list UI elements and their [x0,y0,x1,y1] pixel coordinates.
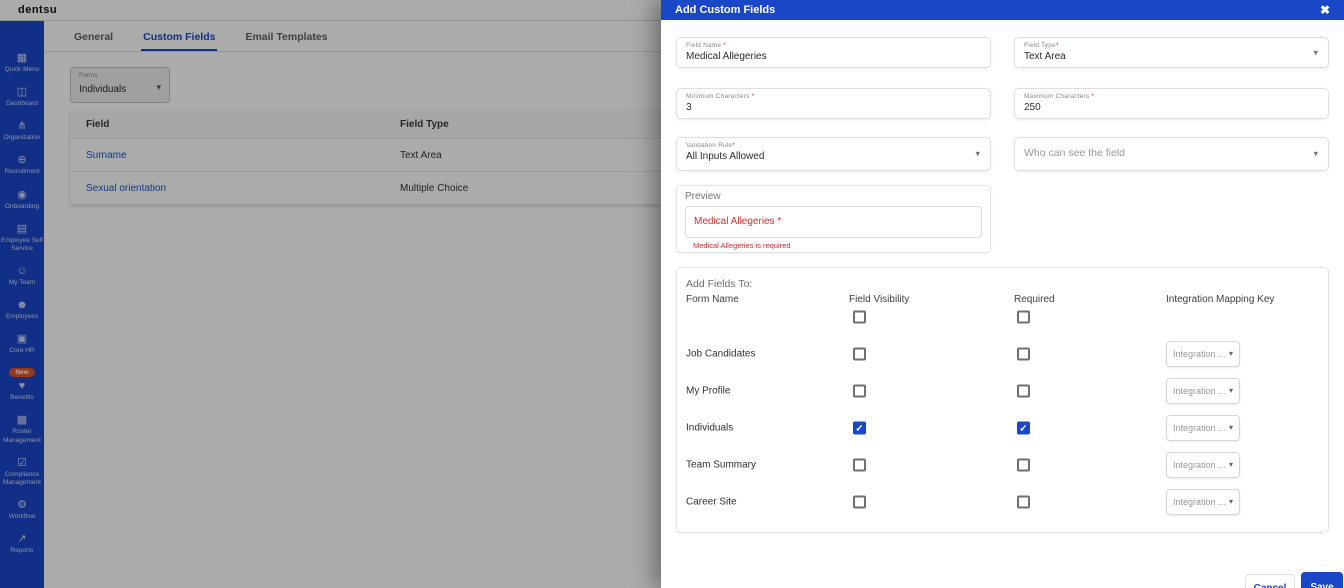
validation-rule-select[interactable]: Validation Rule* All Inputs Allowed ▾ [676,137,991,171]
required-checkbox[interactable] [1017,384,1030,397]
required-asterisk: * [732,142,735,149]
modal-title: Add Custom Fields [675,4,775,16]
min-characters-label: Minimum Characters [686,93,752,100]
field-type-select[interactable]: Field Type* Text Area ▾ [1014,37,1329,68]
chevron-down-icon: ▾ [1313,47,1318,58]
form-row-job-candidates: Job Candidates Integration ... ▾ [677,335,1330,372]
save-button[interactable]: Save [1301,572,1343,588]
required-asterisk: * [1056,42,1059,49]
chevron-down-icon: ▾ [1229,460,1233,469]
chevron-down-icon: ▾ [975,149,980,160]
chevron-down-icon: ▾ [1229,386,1233,395]
max-characters-input[interactable]: Maximum Characters * 250 [1014,88,1329,119]
form-row-all [677,298,1330,335]
field-name-input[interactable]: Field Name * Medical Allegeries [676,37,991,68]
form-row-career-site: Career Site Integration ... ▾ [677,483,1330,520]
required-checkbox[interactable] [1017,495,1030,508]
integration-mapping-placeholder: Integration ... [1173,423,1225,433]
modal-footer: Cancel Save [661,570,1344,588]
field-name-label: Field Name [686,42,723,49]
field-visibility-checkbox[interactable] [853,384,866,397]
who-can-see-placeholder: Who can see the field [1024,147,1319,159]
integration-mapping-select[interactable]: Integration ... ▾ [1166,341,1240,367]
add-custom-fields-modal: Add Custom Fields ✖ Field Name * Medical… [661,0,1344,588]
integration-mapping-select[interactable]: Integration ... ▾ [1166,489,1240,515]
field-visibility-checkbox[interactable] [853,495,866,508]
field-name-value: Medical Allegeries [686,51,981,62]
integration-mapping-placeholder: Integration ... [1173,349,1225,359]
integration-mapping-placeholder: Integration ... [1173,460,1225,470]
who-can-see-select[interactable]: Who can see the field ▾ [1014,137,1329,171]
required-checkbox[interactable] [1017,458,1030,471]
preview-label: Preview [685,191,982,202]
integration-mapping-select[interactable]: Integration ... ▾ [1166,378,1240,404]
form-row-team-summary: Team Summary Integration ... ▾ [677,446,1330,483]
chevron-down-icon: ▾ [1229,423,1233,432]
field-type-label: Field Type [1024,42,1056,49]
form-name-label: Career Site [686,496,737,507]
form-name-label: Job Candidates [686,348,756,359]
close-icon[interactable]: ✖ [1320,4,1330,16]
required-asterisk: * [752,93,755,100]
min-characters-input[interactable]: Minimum Characters * 3 [676,88,991,119]
form-row-my-profile: My Profile Integration ... ▾ [677,372,1330,409]
integration-mapping-select[interactable]: Integration ... ▾ [1166,415,1240,441]
screen: dentsu ▦Quick Menu◫Dashboard⋔Organizatio… [0,0,1344,588]
required-checkbox[interactable] [1017,347,1030,360]
preview-field-label: Medical Allegeries * [694,216,781,227]
required-asterisk: * [1091,93,1094,100]
form-name-label: Team Summary [686,459,756,470]
validation-rule-label: Validation Rule [686,142,732,149]
add-fields-to-panel: Add Fields To: Form Name Field Visibilit… [676,267,1329,533]
min-characters-value: 3 [686,102,981,113]
field-type-value: Text Area [1024,51,1319,62]
validation-rule-value: All Inputs Allowed [686,151,981,162]
required-checkbox[interactable] [1017,310,1030,323]
max-characters-label: Maximum Characters [1024,93,1091,100]
integration-mapping-placeholder: Integration ... [1173,497,1225,507]
chevron-down-icon: ▾ [1313,149,1318,160]
integration-mapping-placeholder: Integration ... [1173,386,1225,396]
preview-field[interactable]: Medical Allegeries * [685,206,982,238]
field-visibility-checkbox[interactable] [853,347,866,360]
preview-error-text: Medical Allegeries is required [685,241,982,250]
form-name-label: My Profile [686,385,730,396]
required-checkbox[interactable]: ✓ [1017,421,1030,434]
cancel-button[interactable]: Cancel [1245,574,1295,588]
form-row-individuals: Individuals ✓ ✓ Integration ... ▾ [677,409,1330,446]
add-fields-to-title: Add Fields To: [686,278,752,290]
field-visibility-checkbox[interactable]: ✓ [853,421,866,434]
chevron-down-icon: ▾ [1229,349,1233,358]
required-asterisk: * [723,42,726,49]
integration-mapping-select[interactable]: Integration ... ▾ [1166,452,1240,478]
preview-panel: Preview Medical Allegeries * Medical All… [676,185,991,253]
chevron-down-icon: ▾ [1229,497,1233,506]
field-visibility-checkbox[interactable] [853,458,866,471]
max-characters-value: 250 [1024,102,1319,113]
modal-header: Add Custom Fields ✖ [661,0,1344,20]
form-name-label: Individuals [686,422,733,433]
field-visibility-checkbox[interactable] [853,310,866,323]
